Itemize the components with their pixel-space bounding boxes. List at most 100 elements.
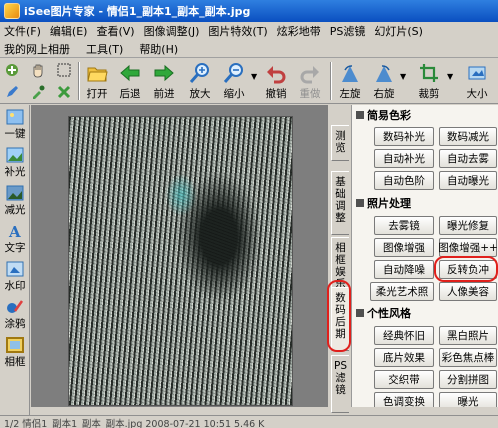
rotate-left-button[interactable]: 左旋: [336, 60, 364, 102]
rotate-right-label: 右旋: [373, 88, 395, 100]
split-puzzle-button[interactable]: 分割拼图: [439, 370, 497, 389]
interweave-button[interactable]: 交织带: [374, 370, 434, 389]
exposure-button[interactable]: 曝光: [439, 392, 497, 407]
section-bullet-icon: [356, 199, 364, 207]
zoom-dropdown-icon[interactable]: ▼: [251, 72, 257, 81]
one-click-icon: [6, 109, 24, 125]
zoom-out-button[interactable]: 缩小: [220, 60, 248, 102]
size-button[interactable]: 大小: [460, 60, 494, 102]
rotate-right-icon: [376, 65, 392, 82]
doodle-icon: [7, 300, 24, 313]
arrow-left-icon: [120, 64, 140, 82]
menu-slideshow[interactable]: 幻灯片(S): [374, 23, 423, 39]
tab-ps-filter[interactable]: PS滤镜: [331, 355, 349, 413]
pen-tool-icon[interactable]: [4, 84, 20, 100]
adjust-tool-icon[interactable]: [4, 62, 20, 78]
zoom-in-icon: [189, 63, 209, 83]
exposure-repair-button[interactable]: 曝光修复: [439, 216, 497, 235]
section-personal-style: 个性风格: [356, 306, 411, 320]
title-bar: iSee图片专家 - 情侣1_副本1_副本_副本.jpg: [0, 0, 498, 22]
undo-button[interactable]: 撤销: [262, 60, 290, 102]
auto-exposure-button[interactable]: 自动曝光: [439, 171, 497, 190]
watermark-icon: [6, 261, 24, 277]
zoom-in-label: 放大: [189, 88, 211, 100]
redo-button[interactable]: 重做: [296, 60, 324, 102]
menu-adjust[interactable]: 图像调整(J): [144, 23, 200, 39]
eyedropper-tool-icon[interactable]: [30, 84, 46, 100]
tone-transform-button[interactable]: 色调变换: [374, 392, 434, 407]
menu-edit[interactable]: 编辑(E): [50, 23, 88, 39]
tab-basic-adjust[interactable]: 基础调整: [331, 171, 349, 235]
rotate-dropdown-icon[interactable]: ▼: [400, 72, 406, 81]
forward-label: 前进: [153, 88, 175, 100]
status-bar: 1/2 情侣1_副本1_副本_副本.jpg 2008-07-21 10:51 5…: [0, 415, 498, 428]
one-click-button[interactable]: 一键: [0, 107, 30, 141]
rotate-left-icon: [342, 65, 358, 82]
section-photo-processing-title: 照片处理: [367, 197, 411, 210]
back-label: 后退: [119, 88, 141, 100]
digital-reduce-light-button[interactable]: 数码减光: [439, 127, 497, 146]
one-click-label: 一键: [4, 128, 26, 140]
text-icon: A: [8, 223, 21, 239]
image-canvas[interactable]: [31, 105, 328, 407]
soft-light-art-button[interactable]: 柔光艺术照: [370, 282, 434, 301]
rotate-right-button[interactable]: 右旋: [370, 60, 398, 102]
cross-process-button[interactable]: 反转负冲: [439, 260, 497, 279]
crop-dropdown-icon[interactable]: ▼: [447, 72, 453, 81]
section-bullet-icon: [356, 111, 364, 119]
auto-denoise-button[interactable]: 自动降噪: [374, 260, 434, 279]
redo-label: 重做: [299, 88, 321, 100]
text-button[interactable]: A 文字: [0, 221, 30, 255]
back-button[interactable]: 后退: [116, 60, 144, 102]
photo-preview[interactable]: [68, 116, 293, 406]
toolbar-separator: [330, 62, 332, 100]
menu-help[interactable]: 帮助(H): [139, 41, 178, 57]
menu-tools[interactable]: 工具(T): [86, 41, 123, 57]
negative-effect-button[interactable]: 底片效果: [374, 348, 434, 367]
hand-tool-icon[interactable]: [30, 62, 46, 78]
zoom-out-label: 缩小: [223, 88, 245, 100]
portrait-beauty-button[interactable]: 人像美容: [439, 282, 497, 301]
auto-fill-light-button[interactable]: 自动补光: [374, 149, 434, 168]
frame-icon: [6, 337, 24, 353]
crop-button[interactable]: 裁剪: [414, 60, 444, 102]
left-toolbar: 一键 补光 减光 A 文字 水印 涂鸦 相框: [0, 105, 30, 415]
section-photo-processing: 照片处理: [356, 196, 411, 210]
select-tool-icon[interactable]: [56, 62, 72, 78]
dehaze-mirror-button[interactable]: 去雾镜: [374, 216, 434, 235]
fill-light-icon: [6, 147, 24, 163]
crop-label: 裁剪: [418, 88, 440, 100]
menu-color-zone[interactable]: 炫彩地带: [277, 23, 321, 39]
classic-retro-button[interactable]: 经典怀旧: [374, 326, 434, 345]
rotate-left-label: 左旋: [339, 88, 361, 100]
menu-view[interactable]: 查看(V): [96, 23, 134, 39]
reduce-light-button[interactable]: 减光: [0, 183, 30, 217]
menu-file[interactable]: 文件(F): [4, 23, 41, 39]
zoom-in-button[interactable]: 放大: [186, 60, 214, 102]
watermark-button[interactable]: 水印: [0, 259, 30, 293]
undo-icon: [267, 66, 286, 84]
menu-online-album[interactable]: 我的网上相册: [4, 41, 70, 57]
section-bullet-icon: [356, 309, 364, 317]
doodle-button[interactable]: 涂鸦: [0, 297, 30, 331]
folder-open-icon: [87, 67, 108, 82]
frame-button[interactable]: 相框: [0, 335, 30, 369]
delete-tool-icon[interactable]: [56, 84, 72, 100]
color-focus-button[interactable]: 彩色焦点棒: [439, 348, 497, 367]
image-enhance-button[interactable]: 图像增强: [374, 238, 434, 257]
forward-button[interactable]: 前进: [150, 60, 178, 102]
open-button[interactable]: 打开: [82, 60, 112, 102]
digital-fill-light-button[interactable]: 数码补光: [374, 127, 434, 146]
menu-ps-filter[interactable]: PS滤镜: [330, 23, 366, 39]
tab-digital-post[interactable]: 数码后期: [331, 287, 349, 351]
auto-levels-button[interactable]: 自动色阶: [374, 171, 434, 190]
image-enhance-plus-button[interactable]: 图像增强++: [438, 238, 498, 257]
effects-panel: 简易色彩 数码补光 数码减光 自动补光 自动去雾 自动色阶 自动曝光 照片处理 …: [351, 105, 498, 407]
tab-browse[interactable]: 测览: [331, 125, 349, 161]
menu-bar-2: 我的网上相册 工具(T) 帮助(H): [0, 40, 498, 58]
menu-effects[interactable]: 图片特效(T): [208, 23, 267, 39]
auto-dehaze-button[interactable]: 自动去雾: [439, 149, 497, 168]
fill-light-button[interactable]: 补光: [0, 145, 30, 179]
arrow-right-icon: [154, 64, 174, 82]
black-white-button[interactable]: 黑白照片: [439, 326, 497, 345]
